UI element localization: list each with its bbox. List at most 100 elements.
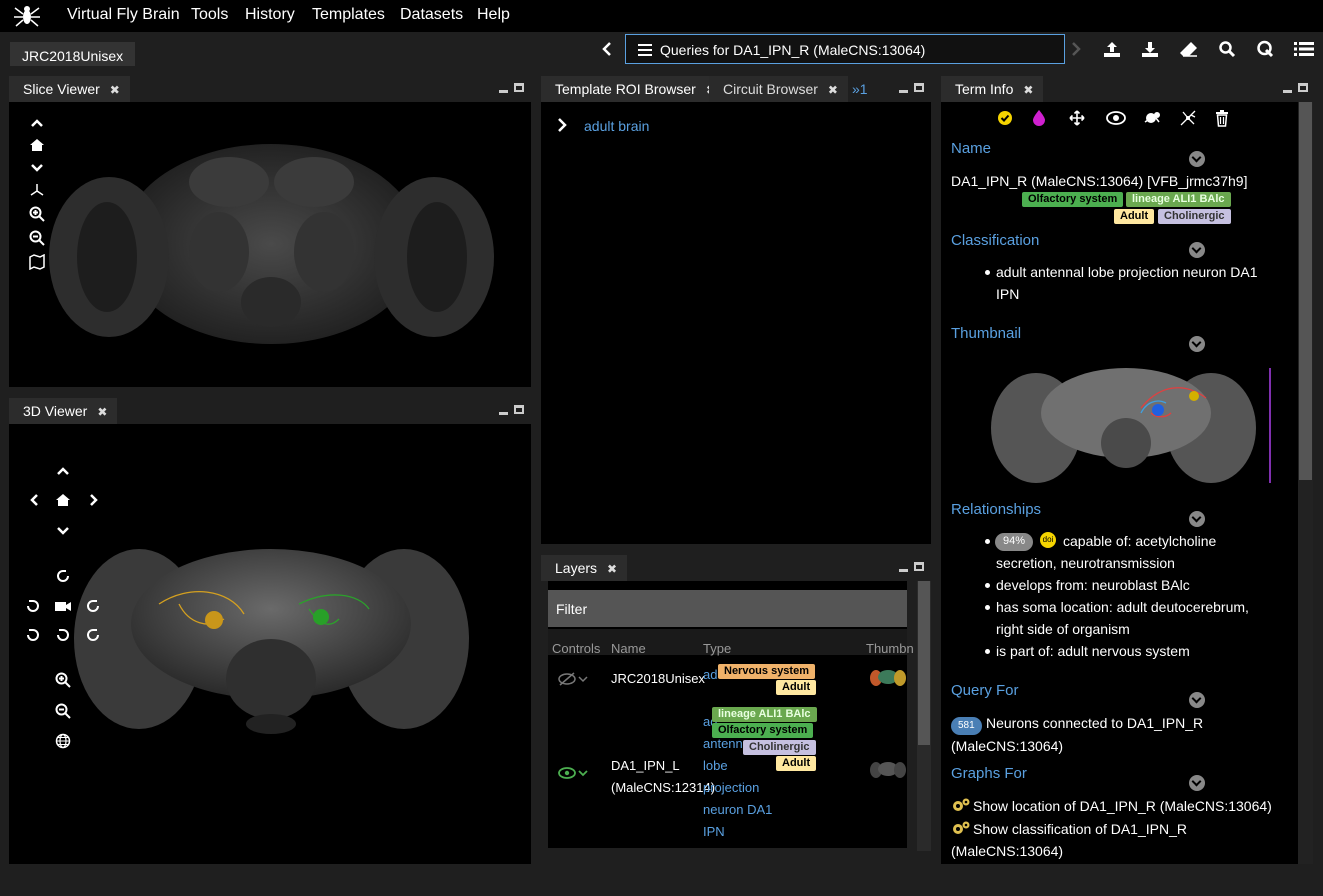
tab-3d-viewer[interactable]: 3D Viewer ✖ [9,398,118,424]
trash-icon[interactable] [1215,109,1229,127]
search-icon[interactable] [1218,40,1236,58]
hamburger-icon[interactable] [638,44,652,56]
close-icon[interactable]: ✖ [110,83,120,97]
close-icon[interactable]: ✖ [97,405,107,419]
window-controls[interactable] [897,561,927,575]
rotate-down-icon[interactable] [55,627,71,643]
maximize-icon[interactable] [514,405,524,414]
query-link-line1[interactable]: Neurons connected to DA1_IPN_R [986,712,1203,734]
section-name-header[interactable]: Name [951,140,991,157]
chevron-down-icon[interactable] [1189,775,1205,791]
menu-datasets[interactable]: Datasets [400,6,463,24]
tab-term-info[interactable]: Term Info ✖ [941,76,1044,102]
tab-layers[interactable]: Layers ✖ [541,555,628,581]
classification-line2[interactable]: IPN [996,283,1286,305]
visibility-toggle-visible[interactable] [558,765,588,781]
eye-icon[interactable] [1106,111,1126,125]
layer-type-link[interactable]: ad [703,667,717,682]
section-query-header[interactable]: Query For [951,682,1019,699]
graph-link-location[interactable]: Show location of DA1_IPN_R (MaleCNS:1306… [973,795,1272,817]
window-controls[interactable] [497,404,527,418]
scrollbar-thumb[interactable] [918,581,930,745]
rotate-right-icon[interactable] [85,598,101,614]
home-icon[interactable] [55,492,71,508]
template-tab[interactable]: JRC2018Unisex [10,42,136,66]
confidence-badge[interactable]: 94% [995,533,1034,551]
tree-item-adult-brain[interactable]: adult brain [584,118,649,134]
maximize-icon[interactable] [514,83,524,92]
col-controls[interactable]: Controls [552,641,600,656]
chevron-right-icon[interactable] [555,117,569,133]
forward-arrow-icon[interactable] [1069,41,1083,57]
term-thumbnail-image[interactable] [991,358,1276,488]
minimize-icon[interactable] [499,90,508,93]
section-relationships-header[interactable]: Relationships [951,501,1041,518]
chevron-down-icon[interactable] [29,161,45,175]
zoom-out-icon[interactable] [55,703,71,719]
doi-badge-icon[interactable]: doi [1040,532,1056,548]
fly-logo-icon[interactable] [14,4,40,28]
scrollbar-thumb[interactable] [1299,102,1312,480]
download-icon[interactable] [1141,40,1159,58]
menu-templates[interactable]: Templates [312,6,385,24]
section-thumbnail-header[interactable]: Thumbnail [951,325,1021,342]
color-drop-icon[interactable] [1032,109,1046,126]
menu-app-name[interactable]: Virtual Fly Brain [67,6,180,24]
tab-overflow[interactable]: »1 [852,81,868,97]
query-bar[interactable]: Queries for DA1_IPN_R (MaleCNS:13064) [625,34,1065,64]
eye-slash-icon[interactable] [558,671,588,687]
tab-template-roi-browser[interactable]: Template ROI Browser✖ [541,76,726,102]
pan-up-icon[interactable] [55,464,71,478]
graph-link-classification-line1[interactable]: Show classification of DA1_IPN_R [973,818,1187,840]
menu-tools[interactable]: Tools [191,6,228,24]
window-controls[interactable] [897,82,927,96]
menu-history[interactable]: History [245,6,295,24]
list-icon[interactable] [1294,41,1314,57]
graph-link-classification-line2[interactable]: (MaleCNS:13064) [951,840,1063,862]
rotate-ccw-icon[interactable] [25,627,41,643]
section-graphs-header[interactable]: Graphs For [951,765,1027,782]
pan-right-icon[interactable] [85,492,101,508]
zoom-out-icon[interactable] [29,230,45,246]
section-classification-header[interactable]: Classification [951,232,1039,249]
map-icon[interactable] [29,254,45,270]
col-thumbnail[interactable]: Thumbn [866,641,914,656]
brain-3d-render[interactable] [9,424,531,864]
check-circle-icon[interactable] [997,110,1013,126]
rotate-cw-icon[interactable] [85,627,101,643]
layer-type-line[interactable]: neuron DA1 [703,799,772,821]
minimize-icon[interactable] [1283,90,1292,93]
chevron-down-icon[interactable] [1189,336,1205,352]
pan-left-icon[interactable] [27,492,43,508]
minimize-icon[interactable] [899,569,908,572]
chevron-down-icon[interactable] [1189,242,1205,258]
minimize-icon[interactable] [899,90,908,93]
rotate-left-icon[interactable] [25,598,41,614]
move-arrows-icon[interactable] [1069,110,1085,126]
zoom-in-icon[interactable] [55,672,71,688]
layer-type-line[interactable]: lobe [703,755,728,777]
filter-input[interactable]: Filter [548,590,907,627]
classification-line1[interactable]: adult antennal lobe projection neuron DA… [996,261,1286,283]
upload-icon[interactable] [1103,40,1121,58]
window-controls[interactable] [1281,82,1311,96]
layers-scrollbar[interactable] [917,581,931,851]
visibility-toggle-hidden[interactable] [558,671,588,687]
slice-image[interactable] [9,102,531,387]
chevron-down-icon[interactable] [1189,511,1205,527]
close-icon[interactable]: ✖ [828,83,838,97]
layer-type-line[interactable]: IPN [703,821,725,843]
menu-help[interactable]: Help [477,6,510,24]
maximize-icon[interactable] [914,562,924,571]
chevron-down-icon[interactable] [1189,151,1205,167]
layer-type-line[interactable]: projection [703,777,759,799]
globe-icon[interactable] [55,733,71,749]
eye-icon[interactable] [558,765,588,781]
minimize-icon[interactable] [499,412,508,415]
zoom-in-icon[interactable] [29,206,45,222]
back-arrow-icon[interactable] [600,41,614,57]
term-info-scrollbar[interactable] [1298,102,1313,864]
col-name[interactable]: Name [611,641,646,656]
close-icon[interactable]: ✖ [607,562,617,576]
query-q-icon[interactable] [1256,40,1274,58]
